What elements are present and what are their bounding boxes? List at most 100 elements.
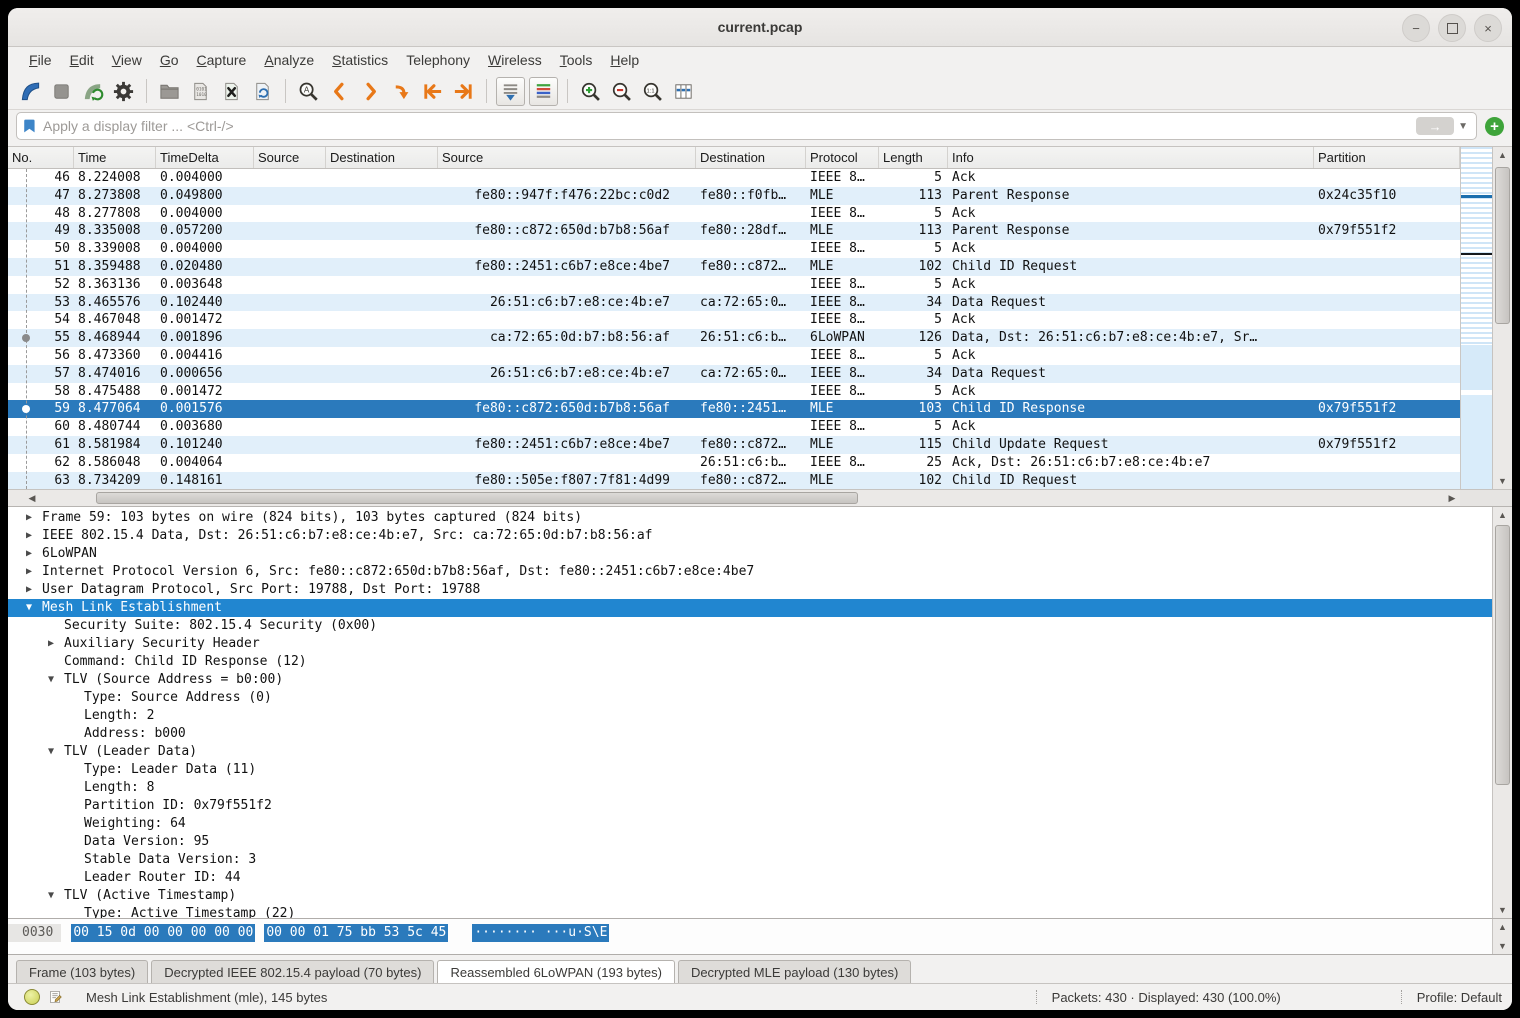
expand-arrow-icon[interactable]: ▶	[26, 581, 32, 599]
packet-row[interactable]: 588.4754880.001472IEEE 8…5Ack	[8, 383, 1460, 401]
expand-arrow-icon[interactable]: ▶	[26, 563, 32, 581]
menu-edit[interactable]: Edit	[61, 50, 103, 70]
scroll-down-arrow[interactable]: ▼	[1493, 938, 1512, 954]
packet-list-vertical-scrollbar[interactable]: ▲ ▼	[1492, 147, 1512, 489]
menu-capture[interactable]: Capture	[188, 50, 256, 70]
expand-arrow-icon[interactable]: ▶	[26, 509, 32, 527]
detail-row[interactable]: Stable Data Version: 3	[8, 851, 1492, 869]
scroll-down-arrow[interactable]: ▼	[1493, 902, 1512, 918]
detail-row[interactable]: Type: Source Address (0)	[8, 689, 1492, 707]
scroll-up-arrow[interactable]: ▲	[1493, 507, 1512, 523]
menu-go[interactable]: Go	[151, 50, 188, 70]
collapse-arrow-icon[interactable]: ▼	[48, 743, 54, 761]
resize-columns-button[interactable]	[669, 77, 698, 106]
scrollbar-thumb[interactable]	[1495, 167, 1510, 324]
packet-row[interactable]: 478.2738080.049800fe80::947f:f476:22bc:c…	[8, 187, 1460, 205]
packet-row[interactable]: 578.4740160.00065626:51:c6:b7:e8:ce:4b:e…	[8, 365, 1460, 383]
expand-arrow-icon[interactable]: ▶	[26, 527, 32, 545]
menu-telephony[interactable]: Telephony	[397, 50, 479, 70]
expand-arrow-icon[interactable]: ▶	[48, 635, 54, 653]
zoom-original-button[interactable]: 1:1	[638, 77, 667, 106]
packet-row[interactable]: 498.3350080.057200fe80::c872:650d:b7b8:5…	[8, 222, 1460, 240]
menu-tools[interactable]: Tools	[551, 50, 602, 70]
detail-row[interactable]: Length: 8	[8, 779, 1492, 797]
collapse-arrow-icon[interactable]: ▼	[26, 599, 32, 617]
column-header-destination[interactable]: Destination	[326, 147, 438, 168]
go-to-packet-button[interactable]	[387, 77, 416, 106]
detail-row[interactable]: ▶6LoWPAN	[8, 545, 1492, 563]
packet-list-horizontal-scrollbar[interactable]: ◀ ▶	[8, 489, 1460, 506]
byte-view-tab-1[interactable]: Frame (103 bytes)	[16, 960, 148, 983]
detail-row[interactable]: ▼TLV (Active Timestamp)	[8, 887, 1492, 905]
hex-dump-row[interactable]: 0030 00 15 0d 00 00 00 00 00 00 00 01 75…	[8, 919, 1492, 954]
detail-row[interactable]: Partition ID: 0x79f551f2	[8, 797, 1492, 815]
column-header-timedelta[interactable]: TimeDelta	[156, 147, 254, 168]
intelligent-scrollbar-minimap[interactable]	[1460, 147, 1492, 489]
detail-vertical-scrollbar[interactable]: ▲ ▼	[1492, 507, 1512, 918]
capture-options-button[interactable]	[109, 77, 138, 106]
detail-row[interactable]: Leader Router ID: 44	[8, 869, 1492, 887]
detail-row[interactable]: Command: Child ID Response (12)	[8, 653, 1492, 671]
detail-row[interactable]: ▶Internet Protocol Version 6, Src: fe80:…	[8, 563, 1492, 581]
menu-wireless[interactable]: Wireless	[479, 50, 551, 70]
scroll-down-arrow[interactable]: ▼	[1493, 473, 1512, 489]
detail-row[interactable]: ▶IEEE 802.15.4 Data, Dst: 26:51:c6:b7:e8…	[8, 527, 1492, 545]
column-header-partition[interactable]: Partition	[1314, 147, 1460, 168]
packet-row[interactable]: 568.4733600.004416IEEE 8…5Ack	[8, 347, 1460, 365]
colorize-packets-button[interactable]	[529, 77, 558, 106]
find-packet-button[interactable]: A	[294, 77, 323, 106]
packet-row[interactable]: 468.2240080.004000IEEE 8…5Ack	[8, 169, 1460, 187]
menu-file[interactable]: File	[20, 50, 61, 70]
packet-row[interactable]: 608.4807440.003680IEEE 8…5Ack	[8, 418, 1460, 436]
packet-row[interactable]: 628.5860480.00406426:51:c6:b…IEEE 8…25Ac…	[8, 454, 1460, 472]
packet-row[interactable]: 528.3631360.003648IEEE 8…5Ack	[8, 276, 1460, 294]
detail-row[interactable]: ▶User Datagram Protocol, Src Port: 19788…	[8, 581, 1492, 599]
column-header-protocol[interactable]: Protocol	[806, 147, 879, 168]
hex-bytes-selected[interactable]: 00 00 01 75 bb 53 5c 45	[264, 924, 448, 942]
filter-dropdown-caret[interactable]: ▼	[1454, 121, 1472, 132]
byte-view-tab-2[interactable]: Decrypted IEEE 802.15.4 payload (70 byte…	[151, 960, 434, 983]
open-file-button[interactable]	[155, 77, 184, 106]
detail-row[interactable]: ▼TLV (Leader Data)	[8, 743, 1492, 761]
detail-row[interactable]: Weighting: 64	[8, 815, 1492, 833]
detail-row[interactable]: Data Version: 95	[8, 833, 1492, 851]
zoom-out-button[interactable]	[607, 77, 636, 106]
scroll-up-arrow[interactable]: ▲	[1493, 919, 1512, 935]
column-header-source[interactable]: Source	[254, 147, 326, 168]
close-button[interactable]: ×	[1474, 14, 1502, 42]
hex-vertical-scrollbar[interactable]: ▲ ▼	[1492, 919, 1512, 954]
detail-row[interactable]: Type: Active Timestamp (22)	[8, 905, 1492, 918]
display-filter-input[interactable]	[39, 118, 1416, 134]
byte-view-tab-4[interactable]: Decrypted MLE payload (130 bytes)	[678, 960, 911, 983]
capture-comment-icon[interactable]	[48, 989, 64, 1005]
menu-help[interactable]: Help	[601, 50, 648, 70]
auto-scroll-button[interactable]	[496, 77, 525, 106]
collapse-arrow-icon[interactable]: ▼	[48, 887, 54, 905]
menu-statistics[interactable]: Statistics	[323, 50, 397, 70]
save-file-button[interactable]: 01011010	[186, 77, 215, 106]
detail-row[interactable]: Type: Leader Data (11)	[8, 761, 1492, 779]
byte-view-tab-3[interactable]: Reassembled 6LoWPAN (193 bytes)	[437, 960, 674, 983]
hex-bytes-selected[interactable]: 00 15 0d 00 00 00 00 00	[71, 924, 255, 942]
status-profile[interactable]: Profile: Default	[1417, 990, 1502, 1005]
detail-row[interactable]: ▶Frame 59: 103 bytes on wire (824 bits),…	[8, 509, 1492, 527]
detail-row[interactable]: ▼TLV (Source Address = b0:00)	[8, 671, 1492, 689]
expert-info-icon[interactable]	[24, 989, 40, 1005]
collapse-arrow-icon[interactable]: ▼	[48, 671, 54, 689]
detail-row[interactable]: Address: b000	[8, 725, 1492, 743]
previous-packet-button[interactable]	[325, 77, 354, 106]
next-packet-button[interactable]	[356, 77, 385, 106]
display-filter-field[interactable]: → ▼	[16, 112, 1477, 140]
packet-row[interactable]: 618.5819840.101240fe80::2451:c6b7:e8ce:4…	[8, 436, 1460, 454]
packet-row[interactable]: 598.4770640.001576fe80::c872:650d:b7b8:5…	[8, 400, 1460, 418]
column-header-info[interactable]: Info	[948, 147, 1314, 168]
expand-arrow-icon[interactable]: ▶	[26, 545, 32, 563]
first-packet-button[interactable]	[418, 77, 447, 106]
restart-capture-button[interactable]	[78, 77, 107, 106]
add-filter-button[interactable]: +	[1485, 117, 1504, 136]
packet-row[interactable]: 508.3390080.004000IEEE 8…5Ack	[8, 240, 1460, 258]
packet-row[interactable]: 638.7342090.148161fe80::505e:f807:7f81:4…	[8, 472, 1460, 489]
column-header-destination[interactable]: Destination	[696, 147, 806, 168]
column-header-no[interactable]: No.	[8, 147, 74, 168]
packet-row[interactable]: 488.2778080.004000IEEE 8…5Ack	[8, 205, 1460, 223]
